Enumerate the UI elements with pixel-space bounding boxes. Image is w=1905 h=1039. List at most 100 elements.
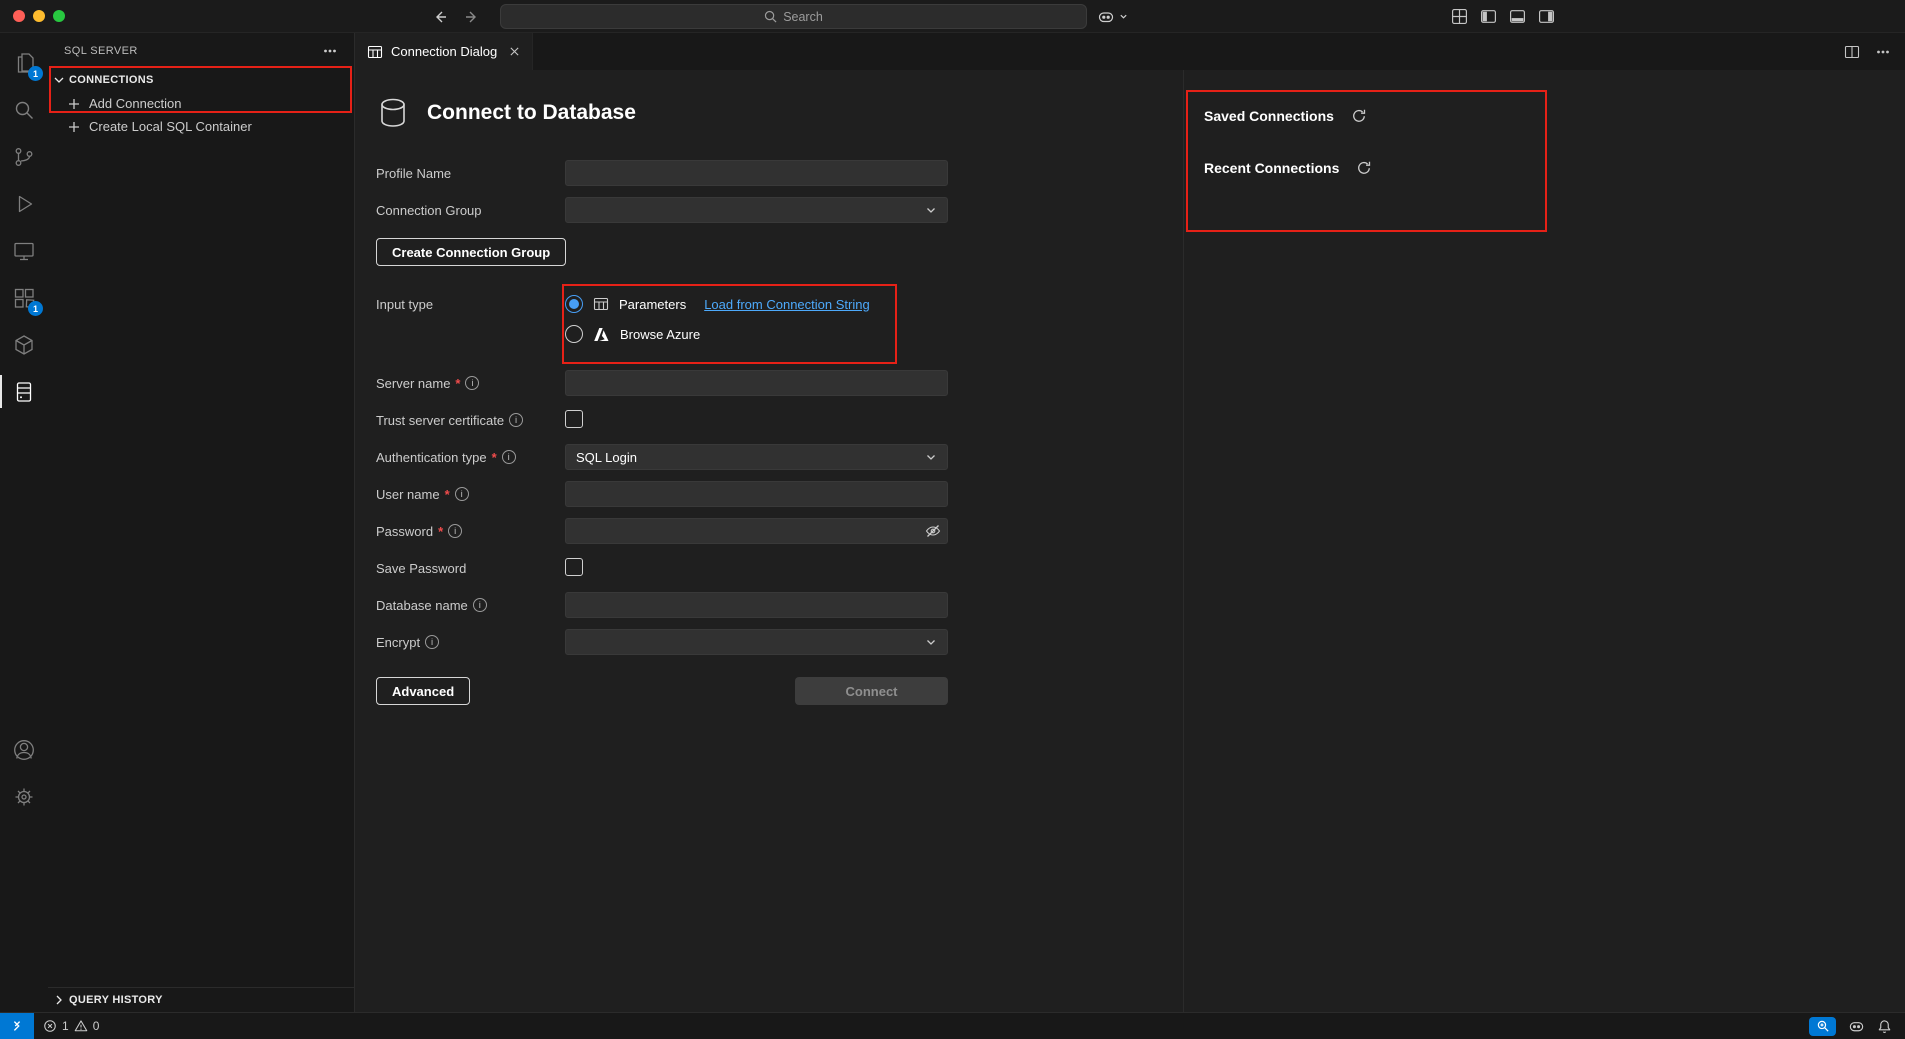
forward-arrow-icon[interactable] <box>464 9 480 25</box>
remote-indicator[interactable] <box>0 1013 34 1039</box>
tab-connection-dialog[interactable]: Connection Dialog <box>355 33 533 70</box>
split-editor-icon[interactable] <box>1844 44 1860 60</box>
radio-option-parameters[interactable]: Parameters Load from Connection String <box>565 295 948 313</box>
notifications-bell-icon[interactable] <box>1877 1019 1892 1034</box>
create-local-container-label: Create Local SQL Container <box>89 119 252 134</box>
back-arrow-icon[interactable] <box>432 9 448 25</box>
error-count: 1 <box>62 1019 69 1033</box>
save-password-checkbox[interactable] <box>565 558 583 576</box>
authentication-type-select[interactable]: SQL Login <box>565 444 948 470</box>
more-actions-icon[interactable] <box>1875 44 1891 60</box>
activity-item-search[interactable] <box>0 86 48 133</box>
refresh-recent-connections-icon[interactable] <box>1356 160 1372 176</box>
info-icon[interactable] <box>448 524 462 538</box>
user-name-input[interactable] <box>565 481 948 507</box>
toggle-primary-sidebar-icon[interactable] <box>1480 8 1497 25</box>
activity-item-extensions[interactable]: 1 <box>0 274 48 321</box>
copilot-status-icon[interactable] <box>1848 1018 1865 1035</box>
profile-name-input[interactable] <box>565 160 948 186</box>
activity-bar-bottom <box>0 726 48 820</box>
customize-layout-icon[interactable] <box>1451 8 1468 25</box>
sql-server-icon <box>12 380 36 404</box>
history-nav <box>432 0 480 33</box>
field-row-server-name: Server name * <box>376 370 1183 396</box>
command-center-search[interactable]: Search <box>500 4 1087 29</box>
connection-dialog-body: Connect to Database Profile Name Connect… <box>355 70 1905 1012</box>
zoom-status-item[interactable] <box>1809 1017 1836 1036</box>
advanced-button[interactable]: Advanced <box>376 677 470 705</box>
load-from-connection-string-link[interactable]: Load from Connection String <box>704 297 869 312</box>
gear-icon <box>12 785 36 809</box>
sidebar-title: SQL SERVER <box>64 45 138 57</box>
info-icon[interactable] <box>473 598 487 612</box>
parameters-option-label: Parameters <box>619 297 686 312</box>
connect-button[interactable]: Connect <box>795 677 948 705</box>
activity-item-remote-explorer[interactable] <box>0 227 48 274</box>
toggle-secondary-sidebar-icon[interactable] <box>1538 8 1555 25</box>
extensions-badge: 1 <box>28 301 43 316</box>
sidebar-section-query-history[interactable]: QUERY HISTORY <box>48 988 354 1012</box>
sidebar-item-create-local-sql-container[interactable]: Create Local SQL Container <box>48 115 354 138</box>
required-marker: * <box>438 524 443 539</box>
chevron-right-icon <box>51 992 67 1008</box>
activity-item-accounts[interactable] <box>0 726 48 773</box>
field-row-trust-server-certificate: Trust server certificate <box>376 407 1183 433</box>
connection-group-select[interactable] <box>565 197 948 223</box>
connection-dialog-icon <box>367 44 383 60</box>
field-row-database-name: Database name <box>376 592 1183 618</box>
maximize-window-button[interactable] <box>53 10 65 22</box>
connections-side-panel: Saved Connections Recent Connections <box>1183 70 1905 1012</box>
activity-item-run-debug[interactable] <box>0 180 48 227</box>
activity-item-sql-server[interactable] <box>0 368 48 415</box>
azure-icon <box>593 326 610 343</box>
info-icon[interactable] <box>425 635 439 649</box>
close-window-button[interactable] <box>13 10 25 22</box>
eye-off-icon[interactable] <box>925 523 941 539</box>
copilot-menu[interactable] <box>1097 0 1128 33</box>
server-name-input[interactable] <box>565 370 948 396</box>
activity-item-settings[interactable] <box>0 773 48 820</box>
activity-item-source-control[interactable] <box>0 133 48 180</box>
explorer-badge: 1 <box>28 66 43 81</box>
password-input[interactable] <box>565 518 948 544</box>
input-type-label: Input type <box>376 297 433 312</box>
minimize-window-button[interactable] <box>33 10 45 22</box>
field-row-connection-group: Connection Group <box>376 197 1183 223</box>
field-row-profile-name: Profile Name <box>376 160 1183 186</box>
run-debug-icon <box>12 192 36 216</box>
search-icon <box>764 10 777 23</box>
info-icon[interactable] <box>509 413 523 427</box>
trust-server-certificate-checkbox[interactable] <box>565 410 583 428</box>
encrypt-select[interactable] <box>565 629 948 655</box>
editor-group: Connection Dialog <box>355 33 1905 1012</box>
activity-item-explorer[interactable]: 1 <box>0 39 48 86</box>
vscode-window: Search <box>0 0 1905 1039</box>
info-icon[interactable] <box>465 376 479 390</box>
info-icon[interactable] <box>502 450 516 464</box>
problems-status[interactable]: 1 0 <box>43 1019 99 1033</box>
info-icon[interactable] <box>455 487 469 501</box>
activity-item-database-projects[interactable] <box>0 321 48 368</box>
radio-parameters[interactable] <box>565 295 583 313</box>
field-row-input-type: Input type Parameters Load from Connecti… <box>376 288 1183 352</box>
refresh-saved-connections-icon[interactable] <box>1351 108 1367 124</box>
sidebar-section-connections[interactable]: CONNECTIONS <box>48 68 354 92</box>
toggle-panel-icon[interactable] <box>1509 8 1526 25</box>
remote-explorer-icon <box>12 239 36 263</box>
more-actions-icon[interactable] <box>322 43 338 59</box>
status-bar-right <box>1809 1017 1905 1036</box>
close-tab-icon[interactable] <box>509 46 520 57</box>
radio-option-browse-azure[interactable]: Browse Azure <box>565 325 948 343</box>
radio-browse-azure[interactable] <box>565 325 583 343</box>
main-area: 1 1 <box>0 33 1905 1012</box>
field-row-password: Password * <box>376 518 1183 544</box>
field-row-authentication-type: Authentication type * SQL Login <box>376 444 1183 470</box>
layout-controls <box>1451 0 1555 33</box>
connections-section-label: CONNECTIONS <box>69 74 154 86</box>
browse-azure-option-label: Browse Azure <box>620 327 700 342</box>
saved-connections-row: Saved Connections <box>1204 108 1905 124</box>
database-name-input[interactable] <box>565 592 948 618</box>
sidebar-item-add-connection[interactable]: Add Connection <box>48 92 354 115</box>
create-connection-group-button[interactable]: Create Connection Group <box>376 238 566 266</box>
required-marker: * <box>445 487 450 502</box>
